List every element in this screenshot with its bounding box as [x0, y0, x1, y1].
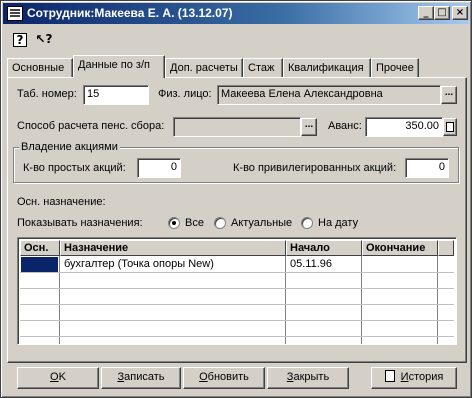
assignment-cell[interactable]: бухгалтер (Точка опоры New): [64, 258, 214, 270]
tab-number-label: Таб. номер:: [17, 88, 77, 100]
pension-select-button[interactable]: ...: [301, 118, 317, 136]
tab-extra-calculations[interactable]: Доп. расчеты: [165, 58, 243, 78]
what-is-this-icon[interactable]: ↖?: [35, 31, 53, 49]
row-divider: [20, 320, 454, 321]
close-form-button[interactable]: Закрыть: [267, 367, 349, 389]
tab-label: Стаж: [248, 62, 275, 74]
tab-qualification[interactable]: Квалификация: [283, 58, 371, 78]
tab-label: Основные: [12, 62, 65, 74]
radio-actual-label[interactable]: Актуальные: [231, 217, 292, 229]
radio-all[interactable]: [168, 217, 180, 229]
tab-label: Прочее: [376, 62, 414, 74]
tab-basic[interactable]: Основные: [7, 58, 73, 78]
help-icon[interactable]: ?: [13, 33, 27, 47]
main-assignment-label: Осн. назначение:: [17, 196, 106, 208]
document-icon: [7, 6, 23, 21]
button-label: бновить: [207, 371, 249, 383]
window-title: Сотрудник:Макеева Е. А. (13.12.07): [27, 6, 233, 20]
show-assignments-label: Показывать назначения:: [17, 217, 143, 229]
tab-label: Доп. расчеты: [170, 62, 238, 74]
shares-group-title: Владение акциями: [19, 141, 120, 153]
minimize-button[interactable]: _: [418, 6, 434, 20]
column-divider: [59, 256, 60, 344]
column-header-main[interactable]: Осн.: [20, 240, 60, 256]
selected-cell[interactable]: [21, 257, 58, 272]
person-field[interactable]: Макеева Елена Александровна: [217, 85, 441, 105]
pension-label: Способ расчета пенс. сбора:: [17, 120, 165, 132]
column-header-start[interactable]: Начало: [286, 240, 362, 256]
tab-other[interactable]: Прочее: [371, 58, 419, 78]
column-header-assignment[interactable]: Назначение: [60, 240, 286, 256]
tab-label: Квалификация: [288, 62, 364, 74]
preferred-shares-input[interactable]: 0: [405, 158, 449, 178]
assignments-table[interactable]: Осн. Назначение Начало Окончание бухгалт…: [17, 237, 457, 345]
start-date-cell[interactable]: 05.11.96: [290, 258, 332, 270]
ok-button[interactable]: ОK: [17, 367, 99, 389]
close-button[interactable]: ×: [452, 6, 468, 20]
row-divider: [20, 304, 454, 305]
radio-on-date-label[interactable]: На дату: [318, 217, 358, 229]
maximize-button[interactable]: □: [434, 6, 450, 20]
button-label: K: [58, 371, 66, 383]
simple-shares-input[interactable]: 0: [137, 158, 181, 178]
tab-number-input[interactable]: 15: [83, 85, 149, 105]
row-divider: [20, 272, 454, 273]
button-label: стория: [408, 371, 444, 383]
column-header-filler: [438, 240, 454, 256]
button-label: аписать: [124, 371, 165, 383]
column-divider: [285, 256, 286, 344]
hotkey-letter: И: [400, 371, 409, 383]
person-select-button[interactable]: ...: [441, 86, 457, 104]
tab-experience[interactable]: Стаж: [243, 58, 283, 78]
row-divider: [20, 288, 454, 289]
tab-salary-data[interactable]: Данные по з/п: [73, 55, 165, 78]
radio-all-label[interactable]: Все: [185, 217, 204, 229]
calculator-button[interactable]: [443, 118, 457, 136]
advance-label: Аванс:: [328, 120, 362, 132]
title-bar[interactable]: Сотрудник:Макеева Е. А. (13.12.07) _ □ ×: [3, 3, 469, 24]
row-divider: [20, 336, 454, 337]
person-label: Физ. лицо:: [158, 88, 212, 100]
refresh-button[interactable]: Обновить: [183, 367, 265, 389]
column-header-end[interactable]: Окончание: [362, 240, 438, 256]
simple-shares-label: К-во простых акций:: [23, 162, 126, 174]
button-label: акрыть: [293, 371, 330, 383]
calculator-icon: [446, 122, 454, 132]
column-divider: [437, 256, 438, 344]
preferred-shares-label: К-во привилегированных акций:: [233, 162, 397, 174]
hotkey-letter: О: [199, 371, 208, 383]
tab-label: Данные по з/п: [78, 59, 150, 71]
advance-input[interactable]: 350.00: [365, 117, 443, 137]
column-divider: [361, 256, 362, 344]
radio-on-date[interactable]: [301, 217, 313, 229]
history-button[interactable]: История: [371, 367, 457, 389]
radio-actual[interactable]: [214, 217, 226, 229]
hotkey-letter: О: [50, 371, 59, 383]
write-button[interactable]: Записать: [101, 367, 181, 389]
employee-window: Сотрудник:Макеева Е. А. (13.12.07) _ □ ×…: [0, 0, 472, 398]
pension-method-field[interactable]: [173, 117, 301, 137]
history-icon: [384, 370, 395, 382]
